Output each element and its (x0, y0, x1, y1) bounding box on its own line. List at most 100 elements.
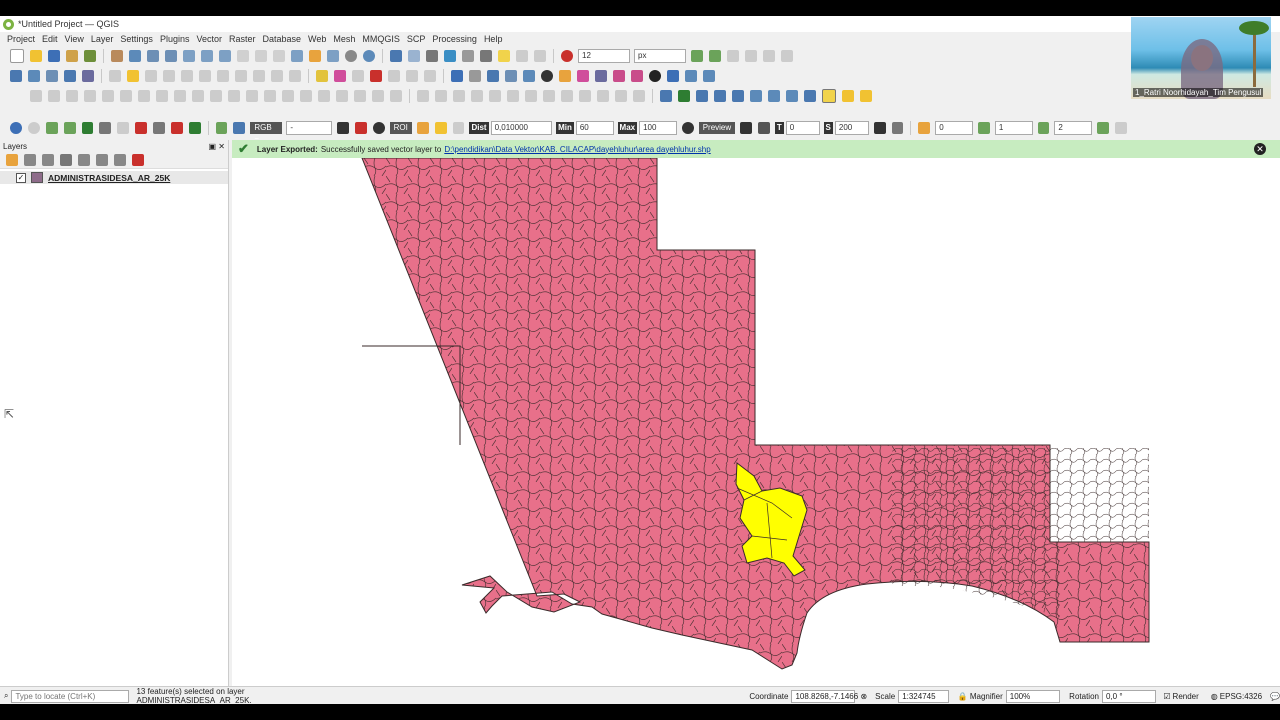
tips-icon[interactable] (498, 50, 510, 62)
delete-part-icon[interactable] (102, 90, 114, 102)
mmqgis-icon[interactable] (559, 70, 571, 82)
redo-icon[interactable] (289, 70, 301, 82)
new-project-icon[interactable] (10, 49, 24, 63)
data-source-manager-icon[interactable] (10, 70, 22, 82)
vertex-tool-icon[interactable] (181, 70, 193, 82)
actions-icon[interactable] (489, 90, 501, 102)
open-project-icon[interactable] (30, 50, 42, 62)
mmqgis-combine-icon[interactable] (631, 70, 643, 82)
polygon-icon[interactable] (390, 90, 402, 102)
add-part-icon[interactable] (48, 90, 60, 102)
layer-style-icon[interactable] (469, 70, 481, 82)
copy-features-icon[interactable] (235, 70, 247, 82)
menu-layer[interactable]: Layer (91, 34, 114, 44)
zoom-native-icon[interactable] (237, 50, 249, 62)
change-label-icon[interactable] (406, 70, 418, 82)
database-icon[interactable] (487, 70, 499, 82)
attribute-table-icon[interactable] (408, 50, 420, 62)
font-size-combo[interactable]: 12 (578, 49, 630, 63)
new-map-view-icon[interactable] (291, 50, 303, 62)
pan-icon[interactable] (111, 50, 123, 62)
pan-to-selection-icon[interactable] (129, 50, 141, 62)
menu-database[interactable]: Database (263, 34, 302, 44)
rotate-label-icon[interactable] (388, 70, 400, 82)
paste-features-icon[interactable] (253, 70, 265, 82)
select-freehand-icon[interactable] (696, 90, 708, 102)
html-icon[interactable] (561, 90, 573, 102)
scp-create-roi-icon[interactable] (416, 122, 429, 134)
scp-delete-icon[interactable] (135, 122, 147, 134)
scp-band-4-icon[interactable] (1114, 122, 1127, 134)
undo-icon[interactable] (271, 70, 283, 82)
zoom-full-icon[interactable] (183, 50, 195, 62)
delete-ring-icon[interactable] (84, 90, 96, 102)
curve-icon[interactable] (318, 90, 330, 102)
locator-input[interactable] (11, 689, 130, 703)
offset-curve-icon[interactable] (138, 90, 150, 102)
add-vector-layer-icon[interactable] (28, 70, 40, 82)
deselect-icon[interactable] (453, 90, 465, 102)
unit-combo[interactable]: px (634, 49, 686, 63)
zoom-in-icon[interactable] (147, 50, 159, 62)
menu-settings[interactable]: Settings (120, 34, 153, 44)
svg-icon[interactable] (579, 90, 591, 102)
delete-selected-icon[interactable] (199, 70, 211, 82)
min-field[interactable]: 60 (575, 121, 614, 135)
scp-zoom-roi-icon[interactable] (372, 122, 385, 134)
measure-icon[interactable] (480, 50, 492, 62)
trim-extend-icon[interactable] (174, 90, 186, 102)
open-form-icon[interactable] (507, 90, 519, 102)
save-project-icon[interactable] (48, 50, 60, 62)
scale-feature-icon[interactable] (781, 50, 793, 62)
simplify-icon[interactable] (192, 90, 204, 102)
menu-view[interactable]: View (65, 34, 84, 44)
scp-zoom-image-icon[interactable] (233, 122, 246, 134)
band-set-field-0[interactable]: 0 (935, 121, 973, 135)
scp-redo-roi-icon[interactable] (452, 122, 465, 134)
scp-roi-icon[interactable] (117, 122, 130, 134)
label-icon[interactable] (316, 70, 328, 82)
s-field[interactable]: 200 (834, 121, 869, 135)
filter-expression-icon[interactable] (78, 154, 90, 166)
message-path-link[interactable]: D:\pendidikan\Data Vektor\KAB. CILACAP\d… (444, 145, 710, 154)
style-panel-icon[interactable] (6, 154, 18, 166)
scp-remove-icon[interactable] (170, 122, 183, 134)
dist-field[interactable]: 0,010000 (490, 121, 553, 135)
raster-calculator-icon[interactable] (523, 70, 535, 82)
show-bookmarks-icon[interactable] (327, 50, 339, 62)
point-icon[interactable] (597, 90, 609, 102)
toggle-extents-icon[interactable]: ⊗ (860, 692, 867, 701)
crs-label[interactable]: EPSG:4326 (1220, 692, 1262, 701)
toggle-editing-icon[interactable] (127, 70, 139, 82)
label-highlight-icon[interactable] (860, 90, 872, 102)
select-all-icon[interactable] (786, 90, 798, 102)
pin-label-icon[interactable] (334, 70, 346, 82)
annotation-icon[interactable] (516, 50, 528, 62)
roi-button[interactable]: ROI (389, 122, 412, 134)
remove-layer-icon[interactable] (132, 154, 144, 166)
offset-symbols-icon[interactable] (300, 90, 312, 102)
mmqgis-tools-icon[interactable] (577, 70, 589, 82)
filter-legend-icon[interactable] (60, 154, 72, 166)
zoom-layer-icon[interactable] (219, 50, 231, 62)
scp-band-icon[interactable] (45, 122, 58, 134)
scp-tools-icon[interactable] (81, 122, 94, 134)
scp-band-set-icon[interactable] (918, 122, 931, 134)
layer-item[interactable]: ✓ ADMINISTRASIDESA_AR_25K (0, 171, 228, 184)
scp-cloud-icon[interactable] (10, 122, 22, 134)
deselect-all-icon[interactable] (750, 90, 762, 102)
menu-vector[interactable]: Vector (196, 34, 222, 44)
reshape-icon[interactable] (120, 90, 132, 102)
merge-attributes-icon[interactable] (264, 90, 276, 102)
select-radius-icon[interactable] (714, 90, 726, 102)
text-icon[interactable] (543, 90, 555, 102)
scp-band-1-icon[interactable] (977, 122, 990, 134)
line-icon[interactable] (615, 90, 627, 102)
circle-icon[interactable] (336, 90, 348, 102)
zoom-next-icon[interactable] (273, 50, 285, 62)
split-parts-icon[interactable] (228, 90, 240, 102)
print-layout-icon[interactable] (66, 50, 78, 62)
scp-show-icon[interactable] (188, 122, 201, 134)
plugin-tool-icon[interactable] (703, 70, 715, 82)
add-ring-icon[interactable] (30, 90, 42, 102)
